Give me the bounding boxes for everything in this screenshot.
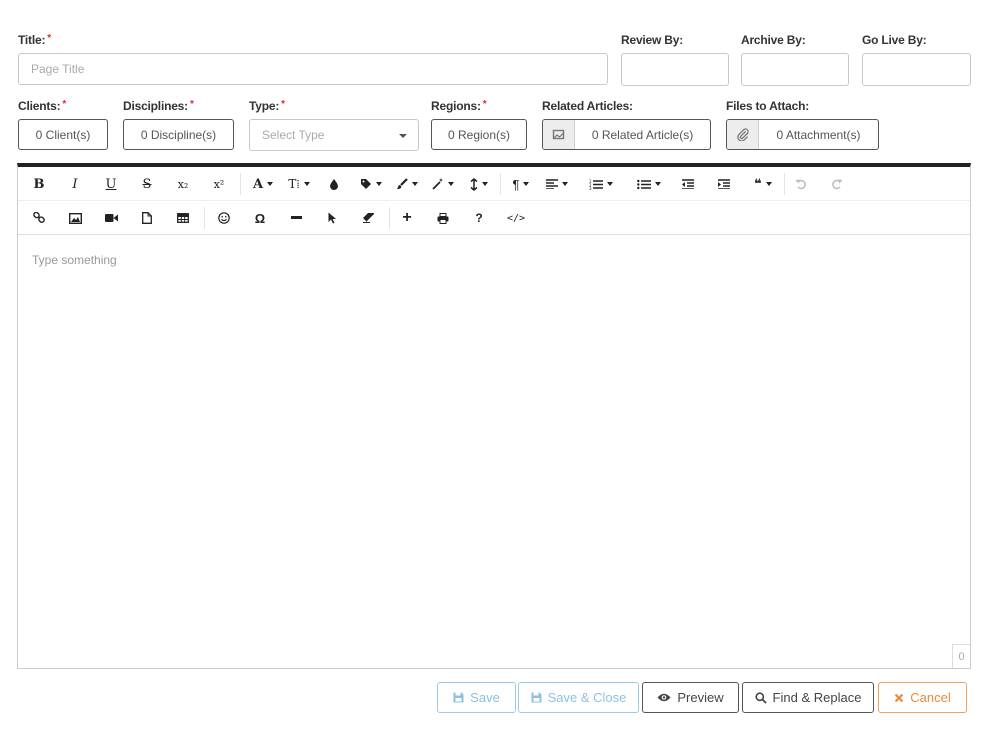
related-articles-label: Related Articles: bbox=[542, 99, 633, 113]
table-icon[interactable] bbox=[172, 205, 194, 231]
code-view-button[interactable]: </> bbox=[504, 205, 528, 231]
floppy-disk-icon bbox=[531, 692, 542, 703]
file-icon[interactable] bbox=[136, 205, 158, 231]
go-live-by-input[interactable] bbox=[862, 53, 971, 86]
help-button[interactable]: ? bbox=[468, 205, 490, 231]
editor-placeholder[interactable]: Type something bbox=[32, 253, 117, 267]
disciplines-button[interactable]: 0 Discipline(s) bbox=[123, 119, 234, 150]
files-to-attach-label: Files to Attach: bbox=[726, 99, 810, 113]
type-select-value: Select Type bbox=[262, 128, 325, 142]
font-size-button[interactable]: T⁞ bbox=[284, 171, 314, 197]
print-icon[interactable] bbox=[432, 205, 454, 231]
related-articles-value: 0 Related Article(s) bbox=[591, 127, 694, 142]
magic-wand-icon[interactable] bbox=[428, 171, 458, 197]
title-input[interactable]: Page Title bbox=[18, 53, 608, 85]
title-label: Title: * bbox=[18, 33, 51, 47]
find-replace-button-label: Find & Replace bbox=[772, 690, 862, 705]
save-button[interactable]: Save bbox=[437, 682, 516, 713]
toolbar-row-2: Ω + ? </> bbox=[18, 201, 970, 235]
quote-glyph: ❝ bbox=[754, 176, 762, 191]
review-by-input[interactable] bbox=[621, 53, 729, 86]
undo-icon[interactable] bbox=[790, 171, 812, 197]
review-by-label: Review By: bbox=[621, 33, 684, 47]
rich-text-editor: B I U S x₂ x² A T⁞ ¶ 123 ❝ Ω + ? </> Typ… bbox=[17, 163, 971, 669]
search-icon bbox=[754, 691, 767, 704]
font-size-glyph: T⁞ bbox=[288, 176, 300, 191]
close-icon bbox=[894, 693, 904, 703]
archive-by-label: Archive By: bbox=[741, 33, 806, 47]
subscript-button[interactable]: x₂ bbox=[172, 171, 194, 197]
related-articles-button[interactable]: 0 Related Article(s) bbox=[542, 119, 711, 150]
italic-button[interactable]: I bbox=[64, 171, 86, 197]
svg-text:3: 3 bbox=[589, 186, 592, 190]
eraser-icon[interactable] bbox=[357, 205, 379, 231]
unordered-list-icon[interactable] bbox=[632, 171, 666, 197]
redo-icon[interactable] bbox=[826, 171, 848, 197]
font-family-glyph: A bbox=[252, 176, 264, 192]
paperclip-icon bbox=[727, 120, 759, 149]
paragraph-glyph: ¶ bbox=[512, 176, 520, 192]
quote-button[interactable]: ❝ bbox=[748, 171, 778, 197]
emoticon-icon[interactable] bbox=[213, 205, 235, 231]
horizontal-line-icon[interactable] bbox=[285, 205, 307, 231]
color-drop-icon[interactable] bbox=[323, 171, 345, 197]
clients-label: Clients: * bbox=[18, 99, 67, 113]
regions-button[interactable]: 0 Region(s) bbox=[431, 119, 527, 150]
align-left-icon[interactable] bbox=[542, 171, 572, 197]
save-close-button[interactable]: Save & Close bbox=[518, 682, 639, 713]
underline-button[interactable]: U bbox=[100, 171, 122, 197]
outdent-icon[interactable] bbox=[677, 171, 699, 197]
paragraph-format-button[interactable]: ¶ bbox=[506, 171, 536, 197]
disciplines-label: Disciplines: * bbox=[123, 99, 194, 113]
special-characters-button[interactable]: Ω bbox=[249, 205, 271, 231]
ordered-list-icon[interactable]: 123 bbox=[584, 171, 618, 197]
article-icon bbox=[543, 120, 575, 149]
add-button[interactable]: + bbox=[396, 205, 418, 231]
line-height-icon[interactable] bbox=[464, 171, 494, 197]
tag-icon[interactable] bbox=[356, 171, 386, 197]
chevron-down-icon bbox=[399, 134, 407, 138]
regions-label: Regions: * bbox=[431, 99, 487, 113]
character-counter: 0 bbox=[952, 644, 970, 668]
attachments-button[interactable]: 0 Attachment(s) bbox=[726, 119, 879, 150]
brush-icon[interactable] bbox=[392, 171, 422, 197]
bold-button[interactable]: B bbox=[28, 171, 50, 197]
type-label: Type: * bbox=[249, 99, 285, 113]
strikethrough-button[interactable]: S bbox=[136, 171, 158, 197]
font-family-button[interactable]: A bbox=[248, 171, 278, 197]
archive-by-input[interactable] bbox=[741, 53, 849, 86]
preview-button[interactable]: Preview bbox=[642, 682, 739, 713]
link-icon[interactable] bbox=[28, 205, 50, 231]
floppy-disk-icon bbox=[453, 692, 464, 703]
cancel-button[interactable]: Cancel bbox=[878, 682, 967, 713]
cursor-icon[interactable] bbox=[321, 205, 343, 231]
type-select[interactable]: Select Type bbox=[249, 119, 419, 151]
go-live-by-label: Go Live By: bbox=[862, 33, 927, 47]
clients-button[interactable]: 0 Client(s) bbox=[18, 119, 108, 150]
toolbar-row-1: B I U S x₂ x² A T⁞ ¶ 123 ❝ bbox=[18, 167, 970, 201]
cancel-button-label: Cancel bbox=[910, 690, 951, 705]
image-icon[interactable] bbox=[64, 205, 86, 231]
indent-icon[interactable] bbox=[713, 171, 735, 197]
superscript-button[interactable]: x² bbox=[208, 171, 230, 197]
eye-icon bbox=[657, 693, 671, 702]
save-close-button-label: Save & Close bbox=[547, 690, 627, 705]
attachments-value: 0 Attachment(s) bbox=[776, 127, 861, 142]
video-icon[interactable] bbox=[100, 205, 122, 231]
find-replace-button[interactable]: Find & Replace bbox=[742, 682, 874, 713]
save-button-label: Save bbox=[470, 690, 500, 705]
preview-button-label: Preview bbox=[677, 690, 724, 705]
